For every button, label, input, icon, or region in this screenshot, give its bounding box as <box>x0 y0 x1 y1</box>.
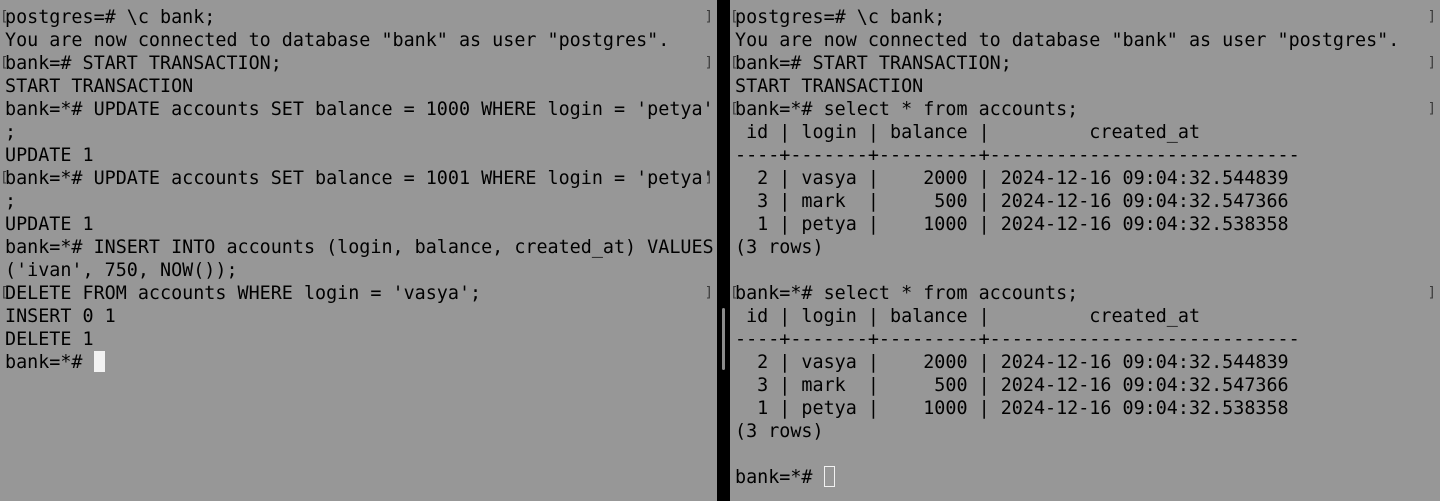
terminal-line: UPDATE 1 <box>5 145 94 166</box>
terminal-line: id | login | balance | created_at <box>735 122 1201 143</box>
terminal-line: ; <box>5 191 17 212</box>
terminal-line: ('ivan', 750, NOW()); <box>5 260 238 281</box>
terminal-output-left: postgres=# \c bank;You are now connected… <box>0 6 717 374</box>
terminal-window: postgres=# \c bank;You are now connected… <box>0 0 1440 501</box>
terminal-line: START TRANSACTION <box>735 76 924 97</box>
terminal-line: bank=*# select * from accounts; <box>730 282 1440 305</box>
terminal-line: id | login | balance | created_at <box>735 306 1201 327</box>
terminal-line: bank=*# UPDATE accounts SET balance = 10… <box>0 167 717 190</box>
terminal-line: (3 rows) <box>735 421 824 442</box>
terminal-line: DELETE 1 <box>5 329 94 350</box>
prompt-line[interactable]: bank=*# <box>0 351 717 374</box>
terminal-line: postgres=# \c bank; <box>730 6 1440 29</box>
terminal-pane-left[interactable]: postgres=# \c bank;You are now connected… <box>0 0 717 501</box>
terminal-line: ----+-------+---------+-----------------… <box>735 329 1300 350</box>
terminal-line: postgres=# \c bank; <box>0 6 717 29</box>
terminal-line: bank=*# select * from accounts; <box>730 98 1440 121</box>
prompt-text: bank=*# <box>735 467 813 488</box>
terminal-line: 2 | vasya | 2000 | 2024-12-16 09:04:32.5… <box>735 352 1289 373</box>
terminal-line: INSERT 0 1 <box>5 306 116 327</box>
pane-divider[interactable] <box>717 0 730 501</box>
terminal-line: 1 | petya | 1000 | 2024-12-16 09:04:32.5… <box>735 214 1289 235</box>
terminal-line: (3 rows) <box>735 237 824 258</box>
prompt-text: bank=*# <box>5 352 83 373</box>
terminal-line: bank=*# UPDATE accounts SET balance = 10… <box>5 99 714 120</box>
terminal-line: bank=*# INSERT INTO accounts (login, bal… <box>5 237 714 258</box>
terminal-output-right: postgres=# \c bank;You are now connected… <box>730 6 1440 489</box>
terminal-line: START TRANSACTION <box>5 76 194 97</box>
terminal-line: 1 | petya | 1000 | 2024-12-16 09:04:32.5… <box>735 398 1289 419</box>
terminal-line: 3 | mark | 500 | 2024-12-16 09:04:32.547… <box>735 191 1289 212</box>
terminal-line: ----+-------+---------+-----------------… <box>735 145 1300 166</box>
terminal-line: bank=# START TRANSACTION; <box>0 52 717 75</box>
terminal-line: bank=# START TRANSACTION; <box>730 52 1440 75</box>
terminal-line: UPDATE 1 <box>5 214 94 235</box>
terminal-line: 2 | vasya | 2000 | 2024-12-16 09:04:32.5… <box>735 168 1289 189</box>
cursor-block <box>823 466 835 487</box>
prompt-line[interactable]: bank=*# <box>730 466 1440 489</box>
terminal-line: DELETE FROM accounts WHERE login = 'vasy… <box>0 282 717 305</box>
terminal-pane-right[interactable]: postgres=# \c bank;You are now connected… <box>730 0 1440 501</box>
terminal-line: ; <box>5 122 17 143</box>
terminal-line: 3 | mark | 500 | 2024-12-16 09:04:32.547… <box>735 375 1289 396</box>
terminal-line: You are now connected to database "bank"… <box>5 30 670 51</box>
cursor-block <box>93 351 105 372</box>
terminal-line: You are now connected to database "bank"… <box>735 30 1400 51</box>
pane-scrollbar-thumb[interactable] <box>722 308 725 370</box>
